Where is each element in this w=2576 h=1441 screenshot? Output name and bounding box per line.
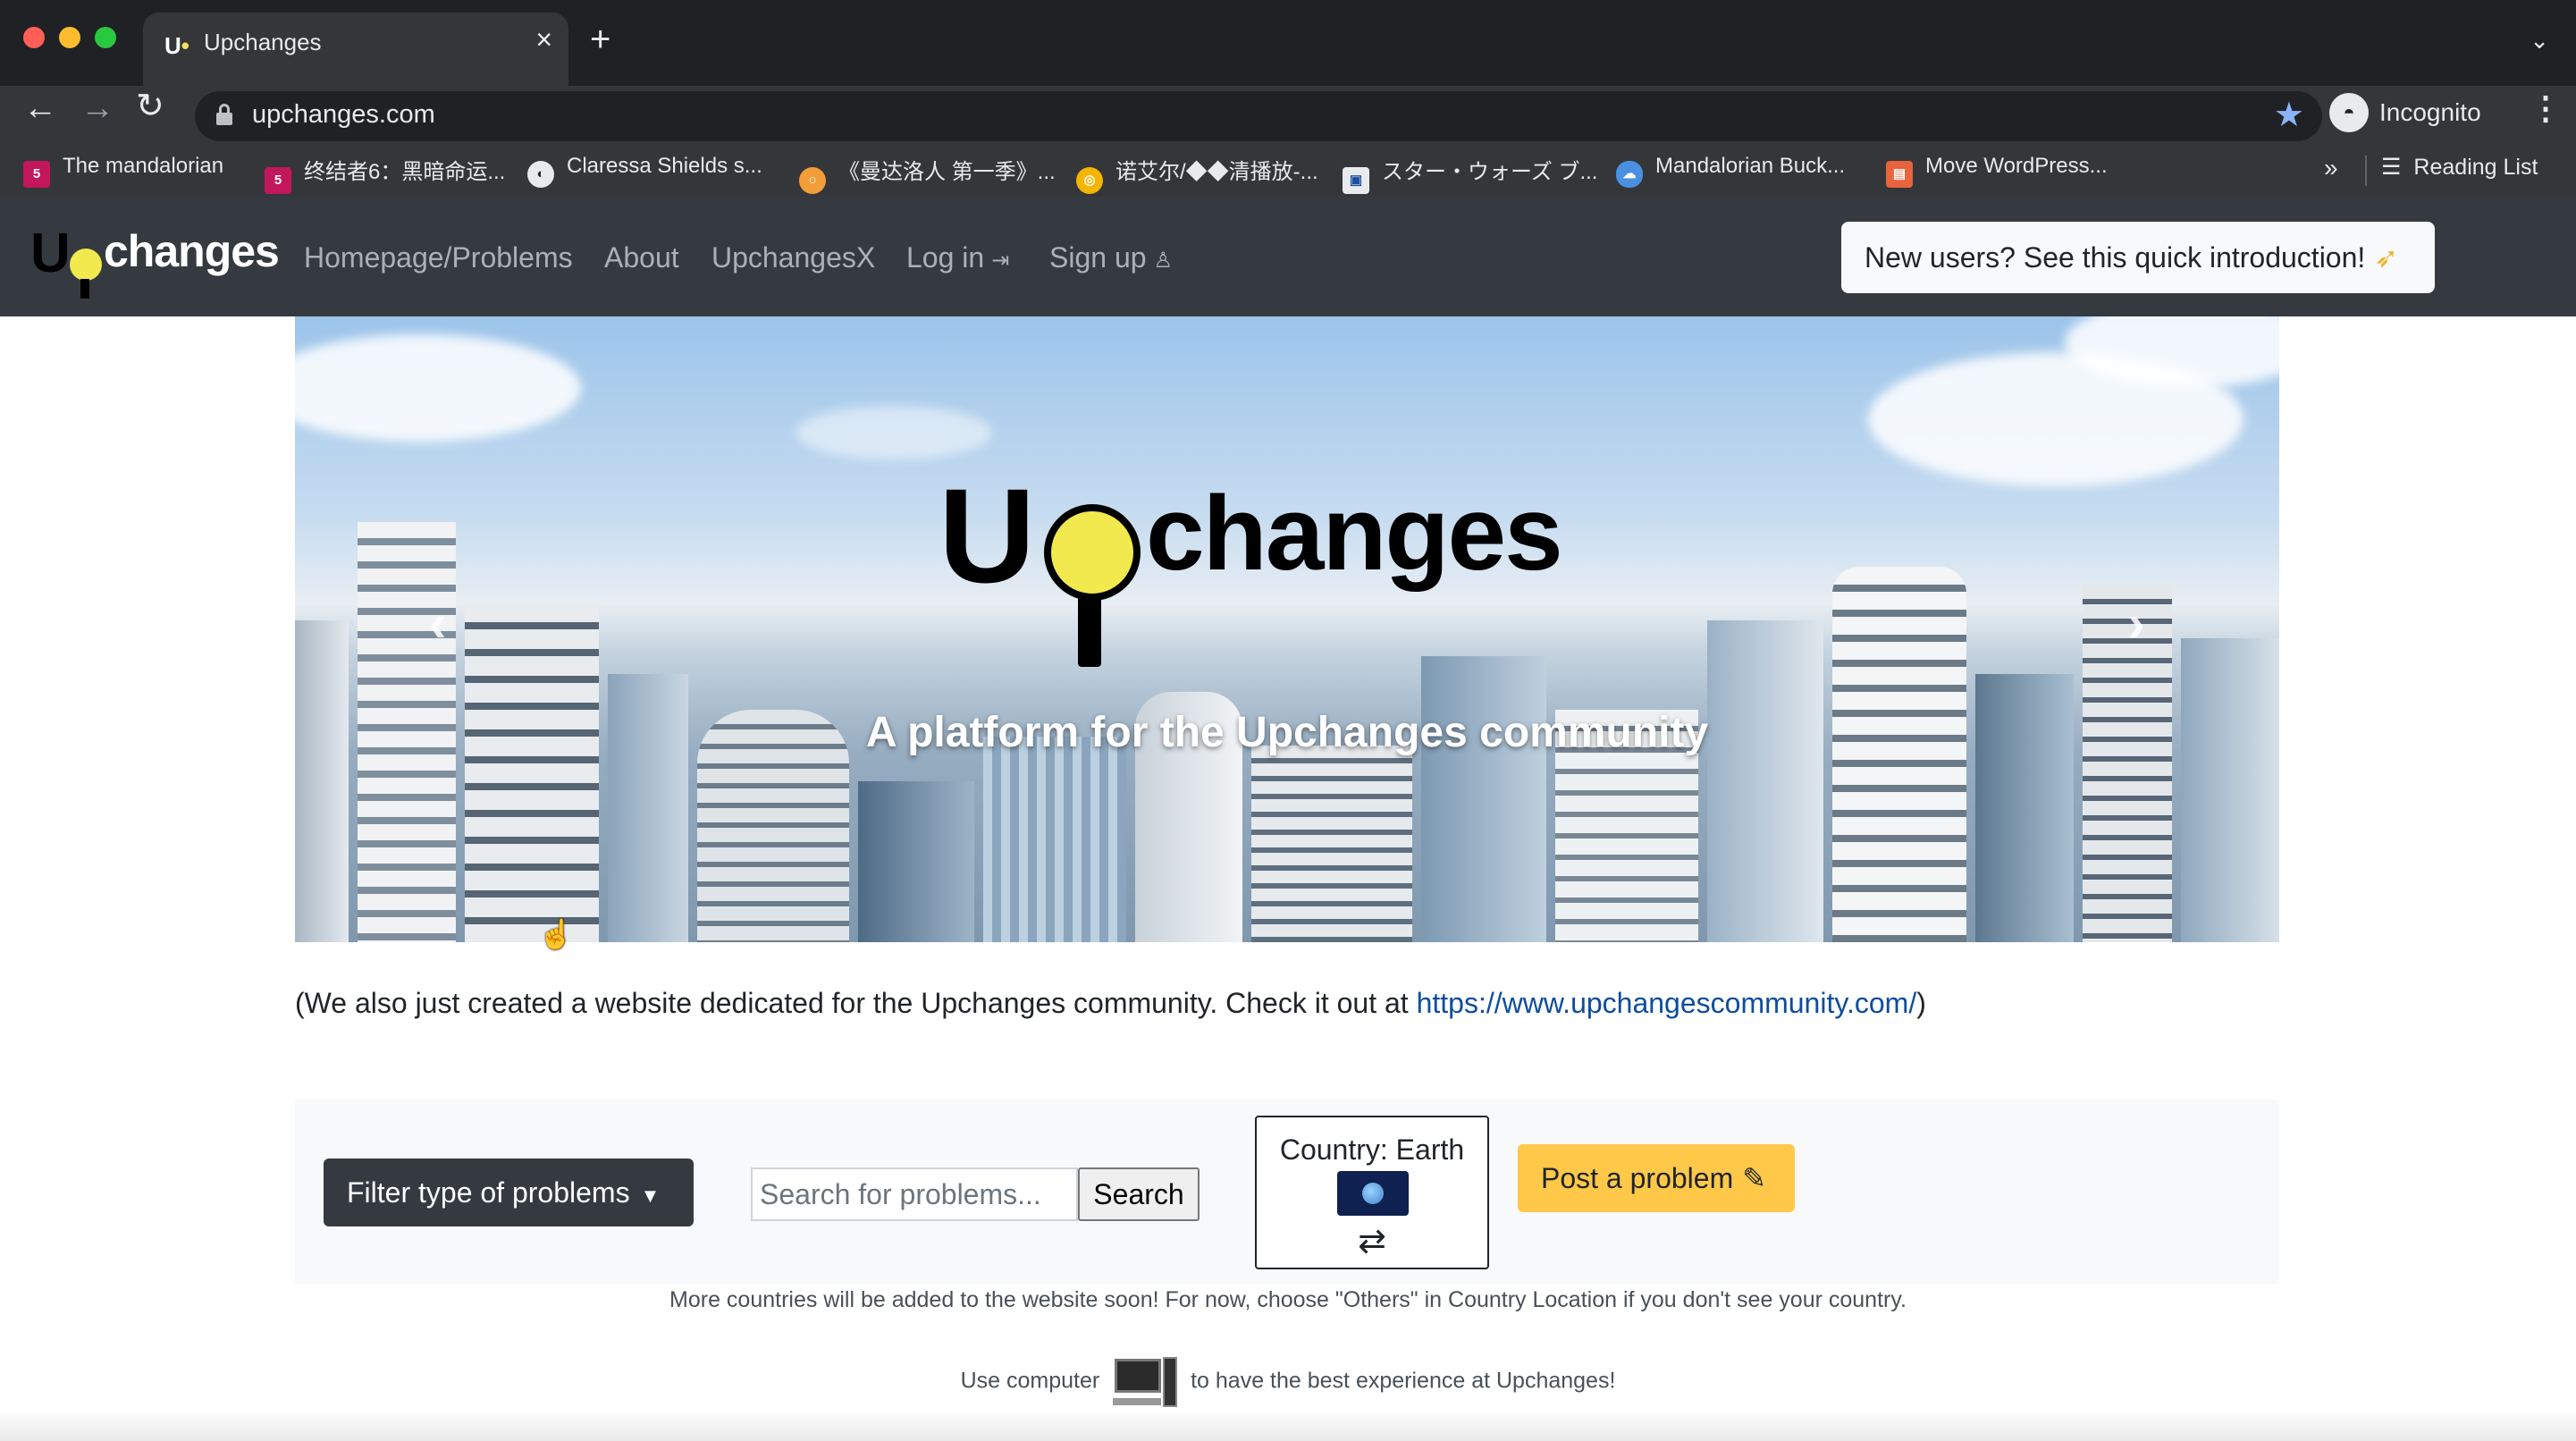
forward-arrow-icon[interactable]: → [80, 91, 114, 125]
nav-signup[interactable]: Sign up ♙ [1049, 241, 1173, 274]
caret-down-icon: ▼ [640, 1184, 661, 1207]
browser-menu-icon[interactable]: ⋮ [2530, 89, 2562, 127]
search-button[interactable]: Search [1078, 1167, 1200, 1221]
bookmarks-divider [2365, 156, 2367, 186]
desktop-computer-icon [1113, 1357, 1178, 1407]
tab-title: Upchanges [204, 29, 322, 55]
browser-titlebar: U• Upchanges × + ⌄ [0, 0, 2576, 86]
back-arrow-icon[interactable]: ← [23, 91, 57, 125]
tab-close-icon[interactable]: × [535, 23, 552, 56]
cloud-decor [796, 406, 992, 459]
520-icon: 5 [23, 161, 50, 188]
reading-list-icon: ☰ [2381, 155, 2402, 180]
nav-login[interactable]: Log in ⇥ [906, 241, 1009, 274]
building-decor [465, 603, 599, 942]
site-navbar: U changes Homepage/Problems About Upchan… [0, 197, 2576, 316]
lock-icon [216, 104, 232, 125]
minimize-window-button[interactable] [59, 27, 80, 48]
user-icon: ♙ [1153, 249, 1174, 273]
login-icon: ⇥ [991, 249, 1010, 273]
globe-icon: ◐ [527, 161, 554, 188]
incognito-profile[interactable]: ◓ Incognito [2329, 88, 2490, 139]
more-bookmarks-chevron-icon[interactable]: » [2324, 154, 2338, 182]
search-icon: ○ [799, 167, 826, 194]
url-text[interactable]: upchanges.com [252, 100, 435, 130]
country-selector[interactable]: Country: Earth ⇄ [1255, 1116, 1489, 1269]
filter-type-dropdown[interactable]: Filter type of problems ▼ [324, 1159, 694, 1226]
intro-button[interactable]: New users? See this quick introduction! ➶ [1841, 222, 2435, 293]
carousel-next-chevron-icon[interactable]: › [2128, 594, 2145, 653]
reading-list-button[interactable]: ☰ Reading List [2381, 154, 2538, 181]
lightbulb-icon [70, 249, 102, 281]
browser-tab[interactable]: U• Upchanges × [143, 13, 568, 86]
bookmark-item[interactable]: ☁ Mandalorian Buck... [1616, 154, 1845, 188]
address-bar[interactable]: upchanges.com ★ [195, 91, 2322, 141]
circle-icon: ◎ [1076, 167, 1103, 194]
hero-logo: U changes [939, 468, 1618, 667]
bookmark-item[interactable]: ◐ Claressa Shields s... [527, 154, 762, 188]
carousel-prev-chevron-icon[interactable]: ‹ [429, 594, 446, 653]
bookmark-item[interactable]: ◎ 诺艾尔/◆◆清播放-... [1076, 154, 1318, 194]
lightbulb-stem [80, 279, 89, 299]
search-input[interactable] [751, 1167, 1078, 1221]
hero-subtitle: A platform for the Upchanges community [865, 709, 1709, 756]
country-label: Country: Earth [1279, 1133, 1465, 1166]
incognito-label: Incognito [2379, 98, 2481, 126]
bookmark-item[interactable]: ▤ Move WordPress... [1886, 154, 2108, 188]
bookmark-item[interactable]: 5 终结者6：黑暗命运... [265, 154, 505, 194]
box-icon: ▤ [1886, 161, 1913, 188]
tab-search-chevron-icon[interactable]: ⌄ [2530, 27, 2549, 55]
incognito-icon: ◓ [2329, 93, 2369, 132]
new-tab-plus-icon[interactable]: + [590, 21, 610, 57]
countries-note: More countries will be added to the webs… [669, 1287, 1907, 1312]
rocket-icon: ➶ [2374, 241, 2399, 274]
computer-note: Use computer to have the best experience… [0, 1357, 2576, 1407]
cloud-icon: ☁ [1616, 161, 1643, 188]
community-link[interactable]: https://www.upchangescommunity.com/ [1417, 987, 1917, 1019]
hero-carousel: U changes A platform for the Upchanges c… [295, 316, 2279, 942]
building-decor [983, 737, 1126, 942]
post-problem-button[interactable]: Post a problem ✎ [1518, 1144, 1795, 1212]
building-decor [2181, 638, 2279, 942]
earth-flag-icon [1337, 1171, 1409, 1216]
zoom-window-button[interactable] [95, 27, 116, 48]
520-icon: 5 [265, 167, 291, 194]
bookmark-item[interactable]: ○ 《曼达洛人 第一季》... [799, 154, 1056, 194]
edit-icon: ✎ [1742, 1162, 1767, 1194]
hero-lightbulb-stem [1078, 594, 1101, 667]
nav-upchangesx[interactable]: UpchangesX [711, 241, 875, 274]
bookmark-item[interactable]: ▣ スター・ウォーズ ブ... [1343, 154, 1597, 194]
filter-bar: Filter type of problems▼ Search Country:… [295, 1100, 2279, 1284]
building-decor [1251, 746, 1412, 942]
close-window-button[interactable] [23, 27, 45, 48]
building-decor [858, 781, 974, 942]
image-icon: ▣ [1343, 167, 1369, 194]
bookmark-star-icon[interactable]: ★ [2274, 95, 2304, 135]
cloud-decor [295, 334, 581, 442]
swap-arrows-icon[interactable]: ⇄ [1257, 1221, 1487, 1261]
hero-lightbulb-icon [1044, 504, 1141, 601]
browser-toolbar: ← → ↻ upchanges.com ★ ◓ Incognito ⋮ 5 The… [0, 86, 2576, 215]
bookmark-item[interactable]: 5 The mandalorian [23, 154, 223, 188]
bookmarks-bar: 5 The mandalorian 5 终结者6：黑暗命运... ◐ Claressa… [0, 148, 2576, 194]
building-decor [1707, 620, 1823, 942]
building-decor [295, 620, 349, 942]
community-notice: (We also just created a website dedicate… [295, 987, 1926, 1019]
reload-icon[interactable]: ↻ [136, 89, 164, 123]
building-decor [1421, 656, 1546, 942]
bottom-shade [0, 1409, 2576, 1441]
nav-homepage-problems[interactable]: Homepage/Problems [304, 241, 573, 274]
site-favicon-icon: U• [164, 32, 189, 59]
nav-about[interactable]: About [604, 241, 679, 274]
mouse-pointer-icon: ☝ [538, 918, 574, 950]
